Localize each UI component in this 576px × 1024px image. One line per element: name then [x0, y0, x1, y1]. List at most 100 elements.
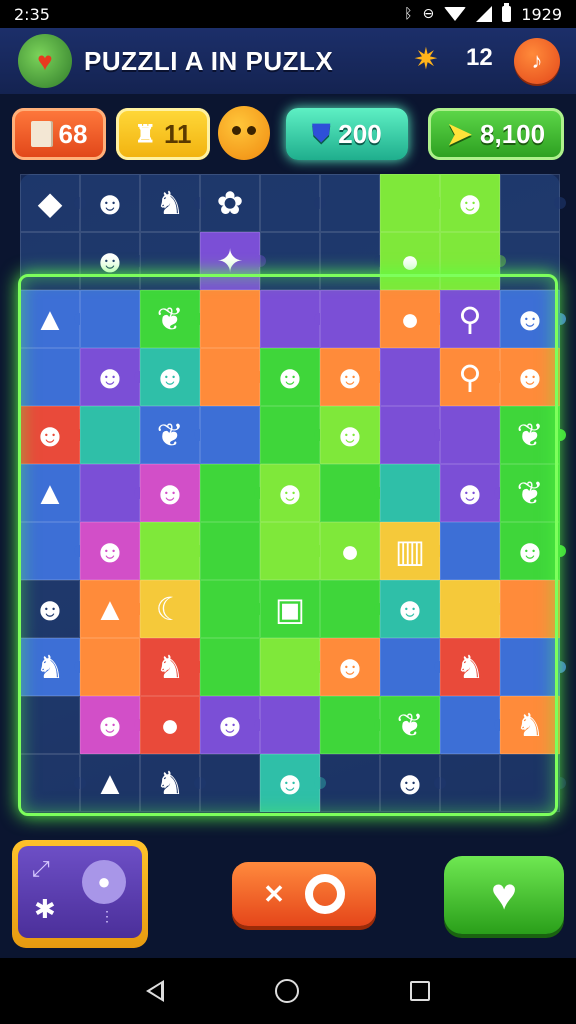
- puzzle-piece[interactable]: [320, 580, 386, 638]
- pieces-counter[interactable]: ♜ 11: [116, 108, 210, 160]
- puzzle-piece[interactable]: ☻: [140, 348, 200, 406]
- puzzle-piece[interactable]: [200, 638, 260, 696]
- puzzle-piece[interactable]: [260, 406, 326, 464]
- puzzle-piece[interactable]: ☻: [500, 290, 566, 348]
- puzzle-piece[interactable]: [200, 522, 260, 580]
- puzzle-piece[interactable]: [200, 580, 266, 638]
- puzzle-piece[interactable]: ♞: [20, 638, 86, 696]
- puzzle-piece[interactable]: ▲: [80, 580, 146, 638]
- puzzle-piece[interactable]: ♞: [140, 754, 206, 812]
- puzzle-piece[interactable]: [260, 290, 326, 348]
- puzzle-piece[interactable]: [260, 696, 320, 754]
- puzzle-piece[interactable]: [140, 522, 206, 580]
- puzzle-piece[interactable]: [80, 290, 140, 348]
- puzzle-piece[interactable]: ♞: [140, 638, 206, 696]
- puzzle-piece[interactable]: [320, 290, 380, 348]
- puzzle-piece[interactable]: [440, 580, 506, 638]
- puzzle-piece[interactable]: [260, 638, 326, 696]
- puzzle-piece[interactable]: ☻: [140, 464, 200, 522]
- puzzle-piece[interactable]: ☻: [380, 580, 440, 638]
- puzzle-piece[interactable]: [260, 232, 320, 290]
- puzzle-piece[interactable]: ☻: [260, 464, 320, 522]
- puzzle-piece[interactable]: ❦: [140, 406, 206, 464]
- puzzle-piece[interactable]: ☻: [200, 696, 266, 754]
- puzzle-piece[interactable]: ●: [380, 232, 440, 290]
- puzzle-piece[interactable]: ☻: [500, 522, 566, 580]
- puzzle-piece[interactable]: [320, 696, 386, 754]
- puzzle-piece[interactable]: [320, 754, 380, 812]
- puzzle-piece[interactable]: [20, 522, 86, 580]
- puzzle-piece[interactable]: [380, 464, 440, 522]
- puzzle-piece[interactable]: [200, 406, 260, 464]
- puzzle-piece[interactable]: ❦: [140, 290, 206, 348]
- puzzle-piece[interactable]: [200, 348, 266, 406]
- puzzle-piece[interactable]: [260, 522, 326, 580]
- puzzle-piece[interactable]: ☾: [140, 580, 200, 638]
- puzzle-piece[interactable]: ●: [320, 522, 380, 580]
- puzzle-piece[interactable]: [200, 290, 260, 348]
- puzzle-piece[interactable]: ☻: [20, 580, 80, 638]
- puzzle-piece[interactable]: ❦: [500, 406, 566, 464]
- puzzle-piece[interactable]: ☻: [80, 174, 140, 232]
- pages-counter[interactable]: 68: [12, 108, 106, 160]
- puzzle-piece[interactable]: [440, 696, 506, 754]
- puzzle-piece[interactable]: ☻: [80, 522, 140, 580]
- puzzle-piece[interactable]: [20, 696, 80, 754]
- puzzle-piece[interactable]: [320, 464, 386, 522]
- puzzle-piece[interactable]: [380, 638, 446, 696]
- puzzle-piece[interactable]: [380, 348, 440, 406]
- puzzle-piece[interactable]: ☻: [260, 754, 326, 812]
- puzzle-piece[interactable]: ☻: [320, 348, 386, 406]
- puzzle-piece[interactable]: ❦: [380, 696, 440, 754]
- puzzle-piece[interactable]: ●: [380, 290, 446, 348]
- puzzle-piece[interactable]: ☻: [260, 348, 320, 406]
- center-action-button[interactable]: ✕: [232, 862, 376, 926]
- puzzle-piece[interactable]: ☻: [80, 348, 146, 406]
- puzzle-piece[interactable]: ▣: [260, 580, 320, 638]
- puzzle-piece[interactable]: [500, 754, 566, 812]
- puzzle-piece[interactable]: ✦: [200, 232, 266, 290]
- puzzle-piece[interactable]: [500, 580, 560, 638]
- recent-apps-icon[interactable]: [410, 981, 431, 1001]
- puzzle-piece[interactable]: ▲: [20, 464, 80, 522]
- puzzle-piece[interactable]: ☻: [440, 464, 506, 522]
- puzzle-piece[interactable]: ☻: [500, 348, 560, 406]
- puzzle-piece[interactable]: ▥: [380, 522, 446, 580]
- puzzle-piece[interactable]: ☻: [80, 232, 146, 290]
- puzzle-piece[interactable]: ▲: [80, 754, 140, 812]
- puzzle-piece[interactable]: [320, 174, 380, 232]
- puzzle-piece[interactable]: [20, 232, 80, 290]
- puzzle-piece[interactable]: [80, 406, 140, 464]
- puzzle-piece[interactable]: ❦: [500, 464, 560, 522]
- back-icon[interactable]: [145, 980, 164, 1002]
- puzzle-piece[interactable]: ▲: [20, 290, 86, 348]
- puzzle-piece[interactable]: ◆: [20, 174, 86, 232]
- puzzle-piece[interactable]: ⚲: [440, 290, 500, 348]
- puzzle-piece[interactable]: ✿: [200, 174, 260, 232]
- puzzle-piece[interactable]: [500, 174, 566, 232]
- puzzle-piece[interactable]: [500, 232, 560, 290]
- mascot-icon[interactable]: [218, 106, 270, 160]
- puzzle-piece[interactable]: [20, 754, 86, 812]
- puzzle-piece[interactable]: ☻: [380, 754, 446, 812]
- puzzle-piece[interactable]: ☻: [320, 638, 380, 696]
- puzzle-piece[interactable]: [440, 754, 500, 812]
- stars-counter[interactable]: ➤ 8,100: [428, 108, 564, 160]
- puzzle-piece[interactable]: [380, 406, 446, 464]
- puzzle-piece[interactable]: ☻: [440, 174, 500, 232]
- puzzle-piece[interactable]: [20, 348, 80, 406]
- gems-counter[interactable]: ⛊ 200: [286, 108, 408, 160]
- puzzle-piece[interactable]: [380, 174, 446, 232]
- magic-wand-icon[interactable]: ✷: [406, 40, 446, 80]
- puzzle-piece[interactable]: [440, 232, 506, 290]
- tools-menu-button[interactable]: ⤢ ✱ ● ⋮: [12, 840, 148, 948]
- puzzle-piece[interactable]: [260, 174, 326, 232]
- puzzle-piece[interactable]: [320, 232, 386, 290]
- puzzle-piece[interactable]: [500, 638, 566, 696]
- puzzle-piece[interactable]: ☻: [20, 406, 86, 464]
- puzzle-piece[interactable]: ♞: [140, 174, 206, 232]
- puzzle-piece[interactable]: ♞: [440, 638, 500, 696]
- music-button[interactable]: ♪: [514, 38, 560, 84]
- puzzle-piece[interactable]: [140, 232, 200, 290]
- puzzle-piece[interactable]: ☻: [80, 696, 146, 754]
